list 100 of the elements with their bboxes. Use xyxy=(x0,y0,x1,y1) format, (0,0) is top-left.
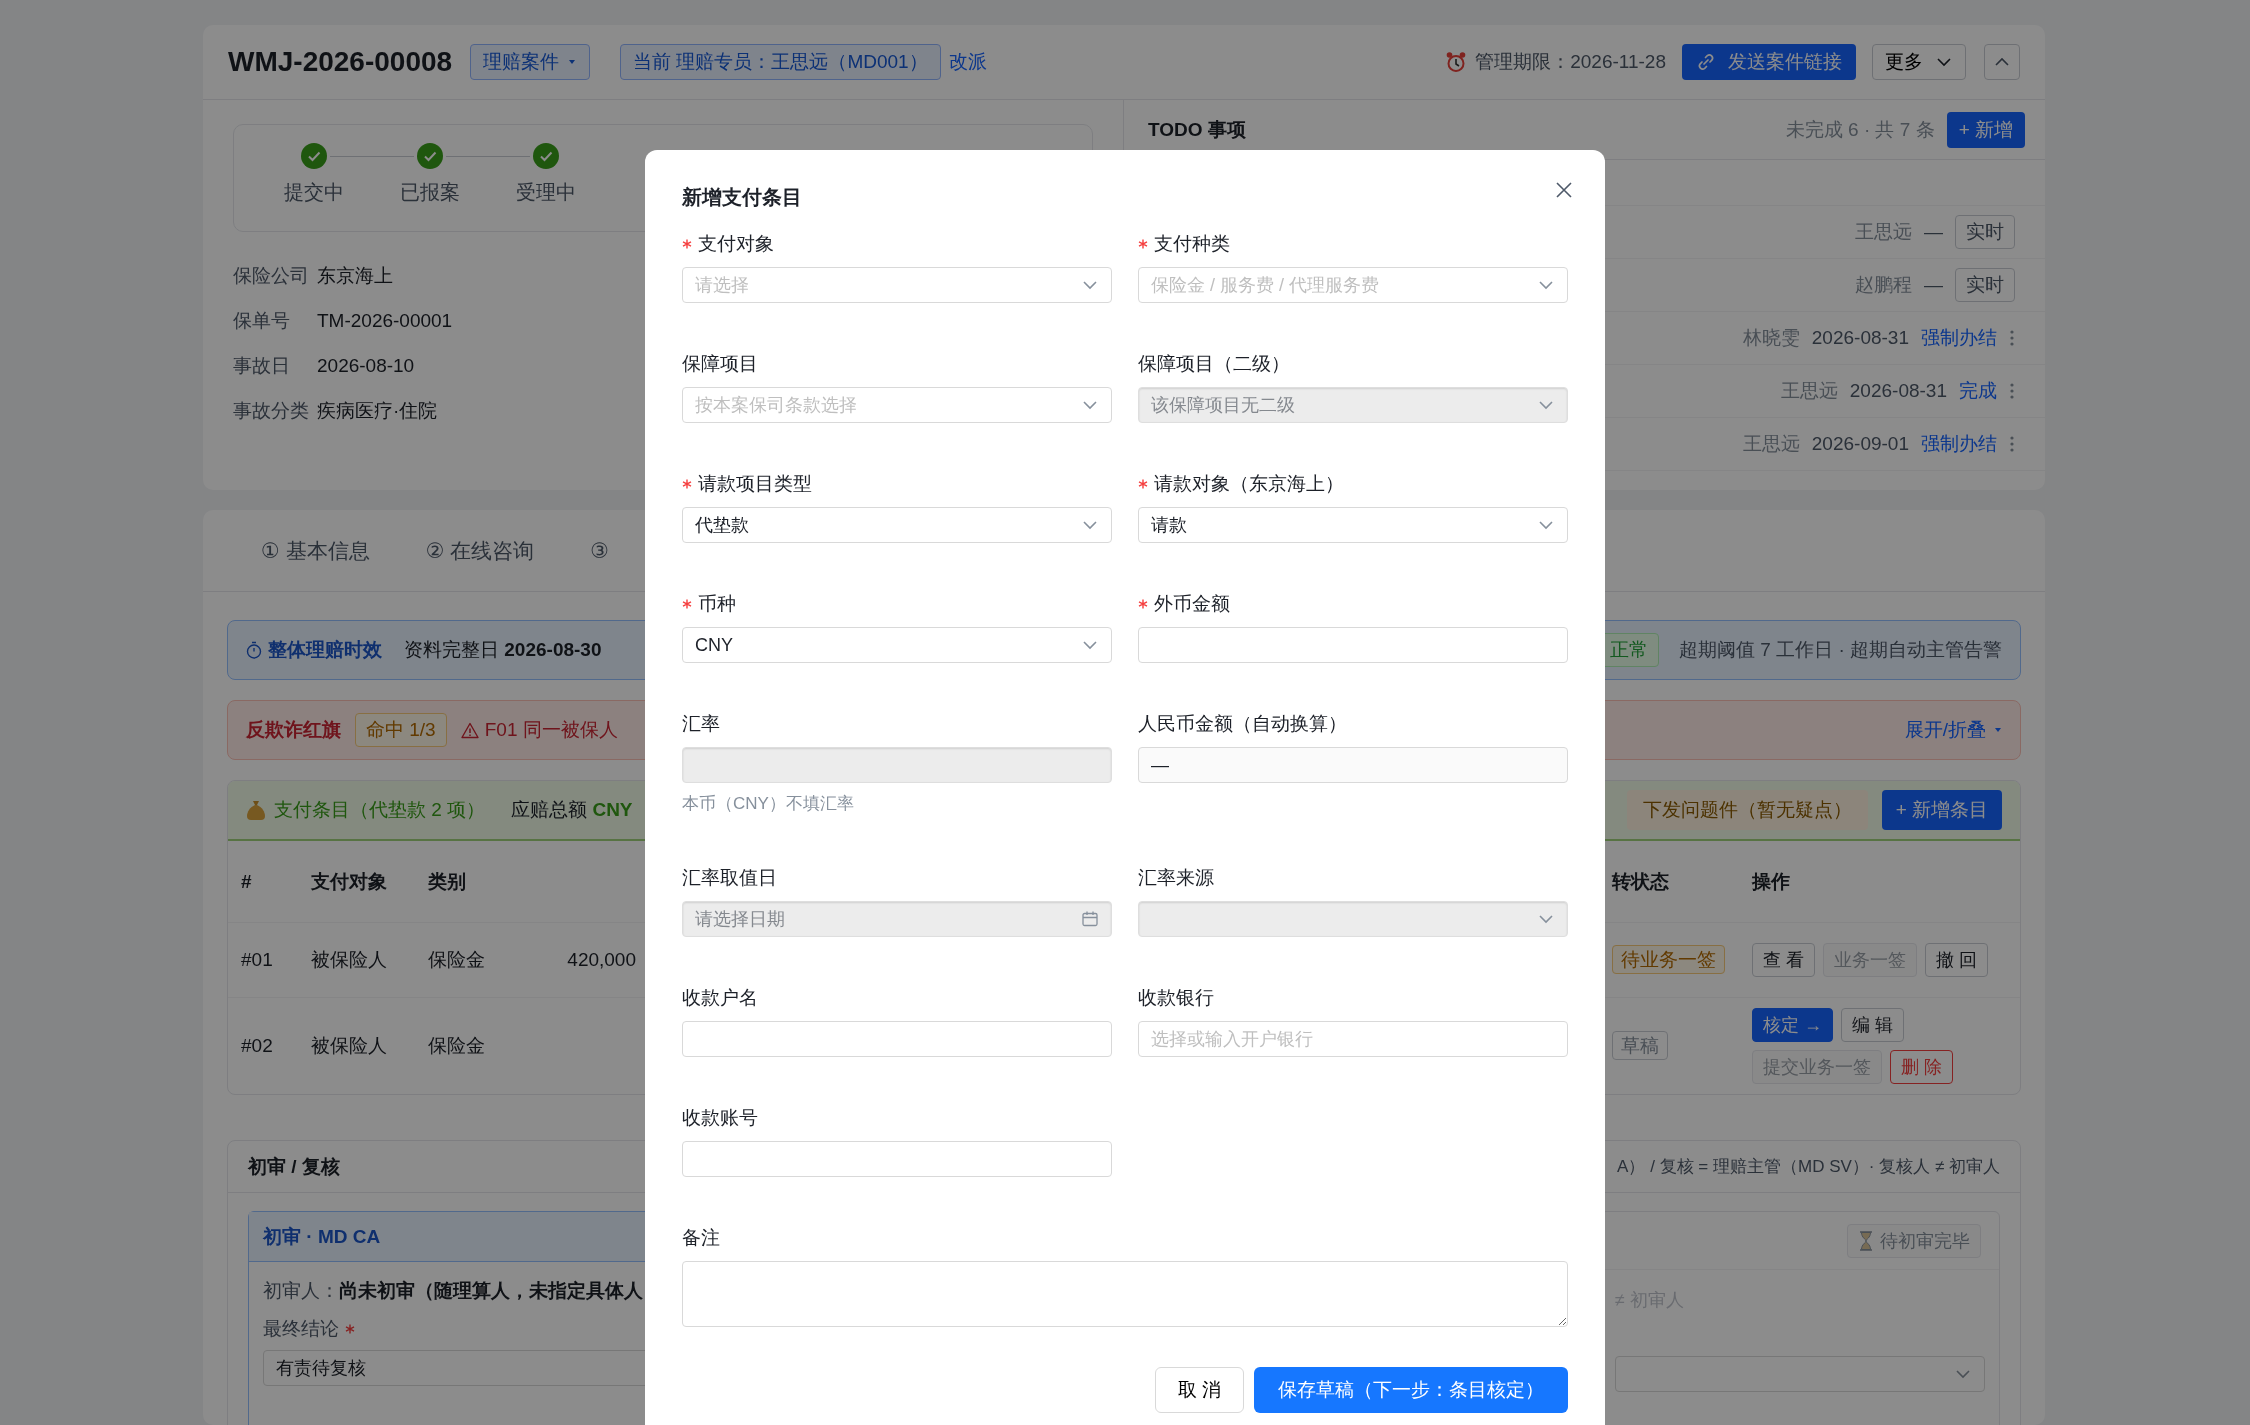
tab[interactable]: ① 基本信息 xyxy=(261,510,370,592)
field-label: 支付对象 xyxy=(698,232,774,256)
case-type-dropdown[interactable]: 理赔案件 xyxy=(470,44,591,80)
remarks-field[interactable] xyxy=(682,1261,1568,1327)
tab[interactable]: ③ xyxy=(590,510,610,592)
field-label: 汇率 xyxy=(682,712,720,736)
fraud-title: 反欺诈红旗 xyxy=(246,718,341,742)
info-label: 保险公司 xyxy=(233,264,310,288)
money-bag-icon xyxy=(246,799,266,821)
calendar-icon xyxy=(1081,910,1099,928)
field-label: 币种 xyxy=(698,592,736,616)
todo-due: 2026-09-01 xyxy=(1811,433,1909,455)
column-header: 转状态 xyxy=(1610,869,1670,894)
todo-due: 2026-08-31 xyxy=(1811,327,1909,349)
todo-assignee: 王思远 xyxy=(1780,379,1838,403)
todo-action-link[interactable]: 强制办结 xyxy=(1921,325,1997,351)
todo-action-link[interactable]: 完成 xyxy=(1959,378,1997,404)
hourglass-icon xyxy=(1858,1230,1874,1251)
field-hint: 本币（CNY）不填汇率 xyxy=(682,793,855,815)
more-button[interactable]: 更多 xyxy=(1872,44,1966,80)
add-item-button[interactable]: + 新增条目 xyxy=(1881,790,2002,830)
alarm-clock-icon xyxy=(1445,51,1468,73)
input-field[interactable]: — xyxy=(1138,747,1568,783)
input-field[interactable] xyxy=(1138,627,1568,663)
issue-query-button[interactable]: 下发问题件（暂无疑点） xyxy=(1626,790,1868,830)
completion-date-text: 资料完整日 2026-08-30 xyxy=(404,638,602,662)
table-cell-text: #02 xyxy=(240,1035,274,1057)
status-tag: 草稿 xyxy=(1612,1031,1668,1060)
deadline-text: 管理期限：2026-11-28 xyxy=(1475,50,1666,74)
action-button[interactable]: 编 辑 xyxy=(1841,1008,1905,1042)
reviewer-select[interactable] xyxy=(1615,1356,1985,1392)
table-cell-text: #01 xyxy=(240,949,274,971)
more-vertical-icon[interactable] xyxy=(2009,381,2015,401)
select-field[interactable]: CNY xyxy=(682,627,1112,663)
info-value: 2026-08-10 xyxy=(317,355,415,377)
save-draft-button[interactable]: 保存草稿（下一步：条目核定） xyxy=(1254,1367,1568,1413)
field-label: 外币金额 xyxy=(1154,592,1230,616)
amount-cell-text: 420,000 xyxy=(566,949,637,971)
close-icon[interactable] xyxy=(1554,180,1574,200)
payment-title: 支付条目（代垫款 2 项） xyxy=(274,798,486,822)
action-button[interactable]: 删 除 xyxy=(1890,1050,1953,1084)
step-label: 受理中 xyxy=(516,180,576,205)
column-header: 支付对象 xyxy=(310,869,388,894)
select-field[interactable]: 请选择 xyxy=(682,267,1112,303)
column-header: 类别 xyxy=(427,869,467,894)
todo-action-link[interactable]: 强制办结 xyxy=(1921,431,1997,457)
more-vertical-icon[interactable] xyxy=(2009,328,2015,348)
select-field[interactable]: 请款 xyxy=(1138,507,1568,543)
total-amount-text: 应赔总额 CNY xyxy=(511,798,633,822)
field-label: 保障项目（二级） xyxy=(1138,352,1290,376)
action-button[interactable]: 核定 → xyxy=(1752,1008,1833,1042)
todo-assignee: 王思远 xyxy=(1855,220,1912,244)
info-value: TM-2026-00001 xyxy=(317,310,453,332)
input-field[interactable] xyxy=(682,1021,1112,1057)
dialog-title: 新增支付条目 xyxy=(682,185,802,210)
fraud-flag-text: F01 同一被保人 xyxy=(484,718,618,742)
reassign-link[interactable]: 改派 xyxy=(948,49,987,75)
info-label: 事故分类 xyxy=(233,399,310,423)
review-rule-text: A） / 复核 = 理赔主管（MD SV）· 复核人 ≠ 初审人 xyxy=(1617,1156,2000,1178)
collapse-button[interactable] xyxy=(1984,44,2020,80)
table-cell-text: 被保险人 xyxy=(310,1034,388,1058)
add-todo-button[interactable]: + 新增 xyxy=(1946,111,2025,148)
expand-toggle-link[interactable]: 展开/折叠 xyxy=(1904,717,2002,743)
select-field[interactable]: 按本案保司条款选择 xyxy=(682,387,1112,423)
todo-due: 2026-08-31 xyxy=(1849,380,1947,402)
select-field[interactable]: 代垫款 xyxy=(682,507,1112,543)
column-header: # xyxy=(240,870,253,893)
field-label: 收款户名 xyxy=(682,986,758,1010)
caret-down-icon xyxy=(1994,726,2002,734)
more-vertical-icon[interactable] xyxy=(2009,434,2015,454)
info-label: 保单号 xyxy=(233,309,291,333)
field-label: 备注 xyxy=(682,1226,720,1250)
cancel-button[interactable]: 取 消 xyxy=(1154,1367,1244,1413)
field-label: 支付种类 xyxy=(1154,232,1230,256)
field-label: 请款项目类型 xyxy=(698,472,812,496)
assignee-badge: 当前 理赔专员：王思远（MD001） xyxy=(620,44,941,80)
column-header: 操作 xyxy=(1750,869,1791,894)
reviewer-text: 初审人：尚未初审（随理算人，未指定具体人 xyxy=(263,1279,644,1303)
warning-icon xyxy=(460,721,479,739)
status-tag: 待业务一签 xyxy=(1612,945,1725,974)
sla-title: 整体理赔时效 xyxy=(268,638,382,662)
todo-assignee: 赵鹏程 xyxy=(1855,273,1912,297)
mode-tag: 实时 xyxy=(1955,215,2015,249)
table-cell-text: 保险金 xyxy=(427,1034,486,1058)
select-field[interactable]: 保险金 / 服务费 / 代理服务费 xyxy=(1138,267,1568,303)
input-field[interactable] xyxy=(682,1141,1112,1177)
mode-tag: 实时 xyxy=(1955,268,2015,302)
stopwatch-icon xyxy=(246,641,262,659)
todo-summary: 未完成 6 · 共 7 条 xyxy=(1785,117,1935,142)
todo-assignee: 王思远 xyxy=(1742,432,1800,456)
field-label: 收款银行 xyxy=(1138,986,1214,1010)
send-link-button[interactable]: 发送案件链接 xyxy=(1682,44,1856,80)
review-title: 初审 / 复核 xyxy=(248,1154,340,1179)
field-label: 请款对象（东京海上） xyxy=(1154,472,1344,496)
input-field[interactable]: 选择或输入开户银行 xyxy=(1138,1021,1568,1057)
todo-due: — xyxy=(1924,221,1943,243)
action-button[interactable]: 查 看 xyxy=(1752,943,1815,977)
info-value: 东京海上 xyxy=(317,264,393,288)
action-button[interactable]: 撤 回 xyxy=(1925,943,1989,977)
tab[interactable]: ② 在线咨询 xyxy=(425,510,535,592)
